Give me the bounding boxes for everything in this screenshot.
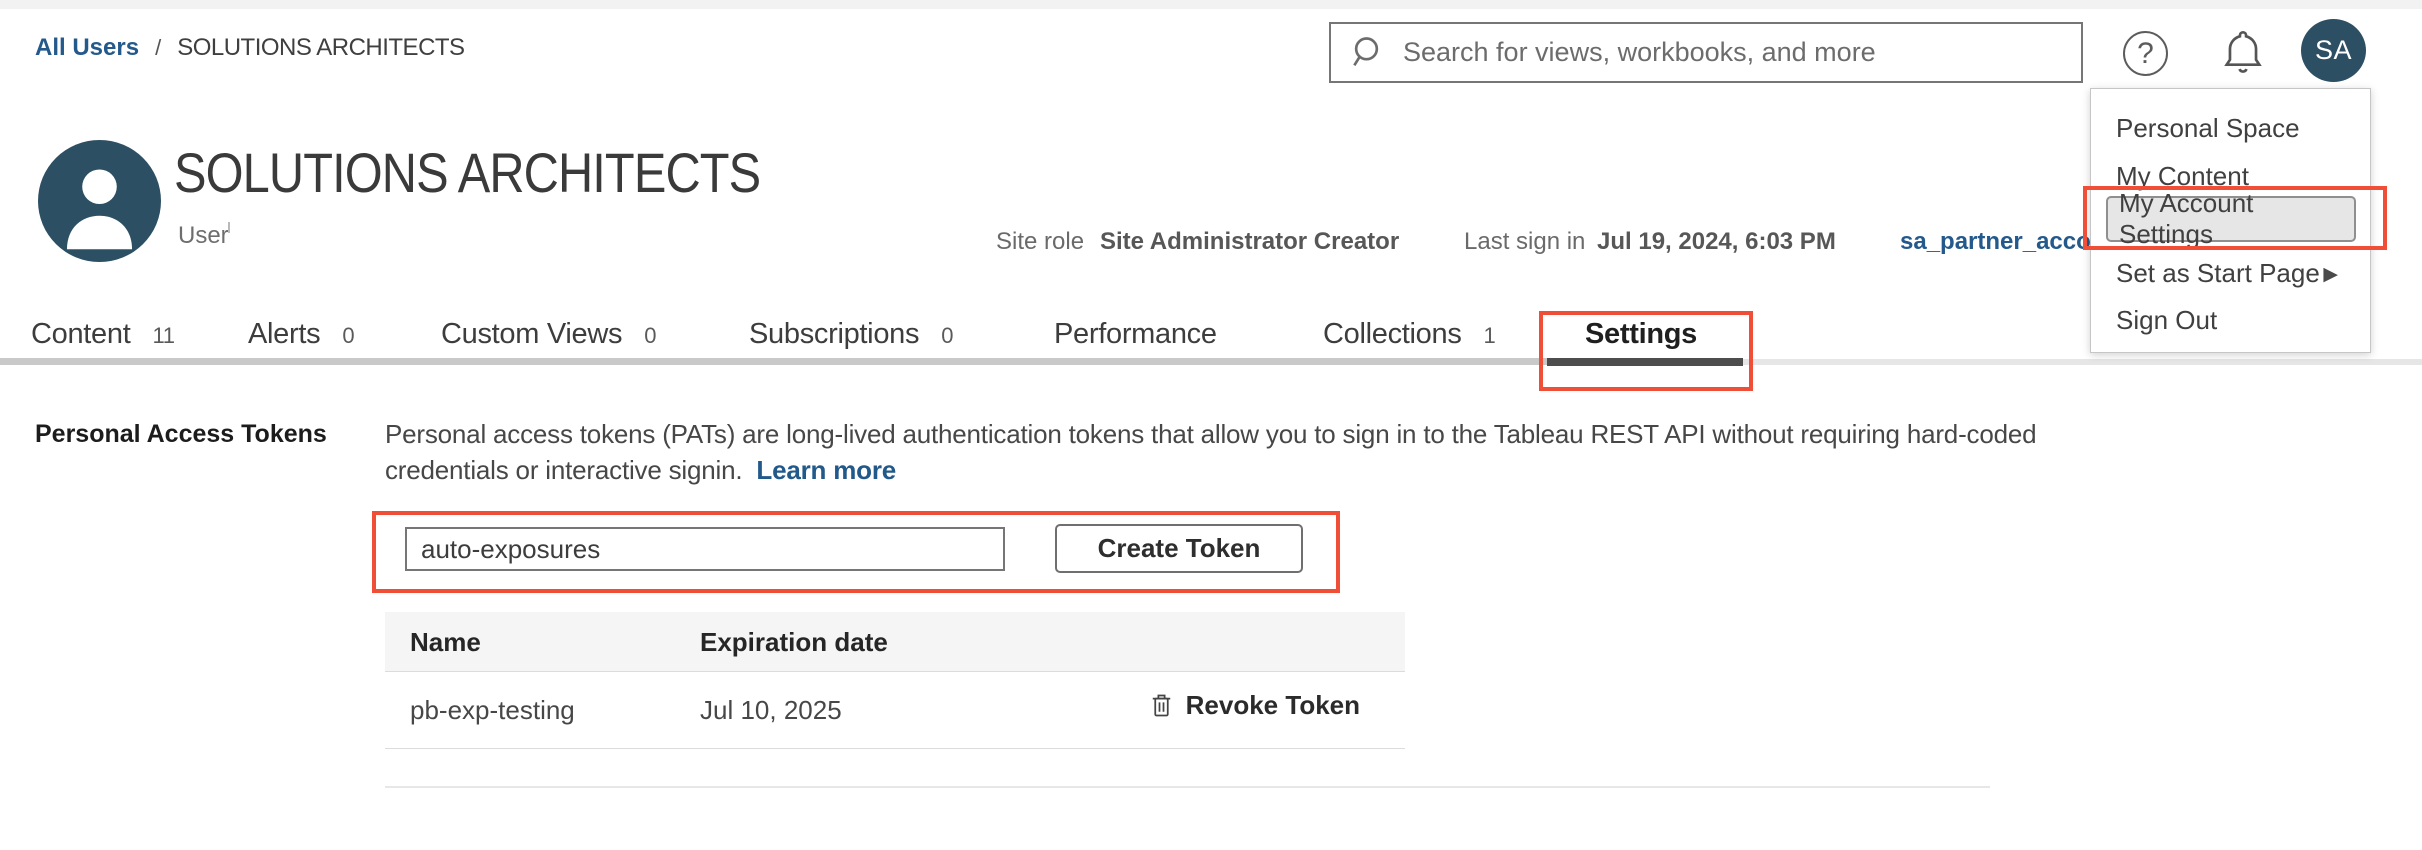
token-expiration-cell: Jul 10, 2025 <box>700 695 842 726</box>
page-title: SOLUTIONS ARCHITECTS <box>174 140 760 205</box>
tab-label: Collections <box>1323 318 1462 351</box>
submenu-arrow-icon: ▶ <box>2323 263 2338 286</box>
top-window-strip <box>0 0 2422 9</box>
tab-subscriptions[interactable]: Subscriptions 0 <box>749 318 953 351</box>
last-sign-in-value: Jul 19, 2024, 6:03 PM <box>1597 228 1836 256</box>
tab-count: 11 <box>152 318 174 349</box>
user-type-label: User <box>178 222 229 250</box>
breadcrumb: All Users / SOLUTIONS ARCHITECTS <box>35 34 465 62</box>
tab-count: 1 <box>1484 318 1496 349</box>
revoke-token-button[interactable]: Revoke Token <box>1149 690 1360 721</box>
menu-item-label: Set as Start Page <box>2116 258 2320 289</box>
tab-label: Custom Views <box>441 318 622 351</box>
breadcrumb-all-users-link[interactable]: All Users <box>35 34 139 62</box>
token-name-cell: pb-exp-testing <box>410 695 575 726</box>
pat-description-line2: credentials or interactive signin. Learn … <box>385 455 896 486</box>
create-token-button[interactable]: Create Token <box>1055 524 1303 573</box>
search-icon <box>1349 33 1389 73</box>
account-dropdown-menu: Personal Space My Content My Account Set… <box>2090 88 2371 353</box>
tab-content[interactable]: Content 11 <box>31 318 175 351</box>
help-button[interactable]: ? <box>2123 31 2168 76</box>
tab-alerts[interactable]: Alerts 0 <box>248 318 354 351</box>
bell-icon <box>2220 28 2266 78</box>
tokens-table-header: Name Expiration date <box>385 612 1405 672</box>
pat-description-line1: Personal access tokens (PATs) are long-l… <box>385 419 2036 450</box>
column-header-name: Name <box>410 627 481 658</box>
active-tab-underline <box>1547 358 1743 366</box>
tabstrip-track-light <box>1743 359 2422 365</box>
tab-count: 0 <box>342 318 354 349</box>
trash-icon <box>1149 690 1174 721</box>
notifications-button[interactable] <box>2220 28 2266 78</box>
menu-item-personal-space[interactable]: Personal Space <box>2091 111 2370 145</box>
tab-count: 0 <box>941 318 953 349</box>
tab-label: Content <box>31 318 130 351</box>
search-box[interactable] <box>1329 22 2083 83</box>
tab-label: Subscriptions <box>749 318 919 351</box>
help-icon: ? <box>2137 37 2154 71</box>
section-label-personal-access-tokens: Personal Access Tokens <box>35 420 327 449</box>
tableau-user-settings-page: All Users / SOLUTIONS ARCHITECTS ? SA Pe… <box>0 0 2422 850</box>
avatar-initials: SA <box>2315 35 2352 66</box>
menu-item-sign-out[interactable]: Sign Out <box>2091 303 2370 337</box>
site-role-value: Site Administrator Creator <box>1100 228 1399 256</box>
subtitle-divider-tick <box>228 222 230 233</box>
tab-label: Alerts <box>248 318 320 351</box>
last-sign-in-label: Last sign in <box>1464 228 1585 256</box>
partner-account-link[interactable]: sa_partner_accou <box>1900 228 2105 256</box>
token-name-input[interactable] <box>405 527 1005 571</box>
tab-label: Performance <box>1054 318 1217 351</box>
table-row: pb-exp-testing Jul 10, 2025 Revoke Token <box>385 672 1405 749</box>
tab-count: 0 <box>644 318 656 349</box>
tab-label: Settings <box>1585 318 1697 351</box>
tab-settings-active[interactable]: Settings <box>1585 318 1697 351</box>
site-role-label: Site role <box>996 228 1084 256</box>
tab-performance[interactable]: Performance <box>1054 318 1217 351</box>
person-icon <box>38 140 161 262</box>
pat-description-text: credentials or interactive signin. <box>385 455 742 485</box>
tab-custom-views[interactable]: Custom Views 0 <box>441 318 656 351</box>
tabstrip-track <box>0 358 1547 365</box>
learn-more-link[interactable]: Learn more <box>756 455 896 485</box>
tab-collections[interactable]: Collections 1 <box>1323 318 1495 351</box>
user-avatar-button[interactable]: SA <box>2301 19 2366 82</box>
menu-item-my-account-settings[interactable]: My Account Settings <box>2106 196 2356 242</box>
breadcrumb-current: SOLUTIONS ARCHITECTS <box>177 34 464 62</box>
profile-avatar <box>38 140 161 262</box>
tokens-table: Name Expiration date pb-exp-testing Jul … <box>385 612 1405 749</box>
column-header-expiration: Expiration date <box>700 627 888 658</box>
search-input[interactable] <box>1403 37 2063 68</box>
breadcrumb-separator: / <box>155 35 161 61</box>
revoke-token-label: Revoke Token <box>1186 690 1360 721</box>
section-divider <box>385 786 1990 788</box>
